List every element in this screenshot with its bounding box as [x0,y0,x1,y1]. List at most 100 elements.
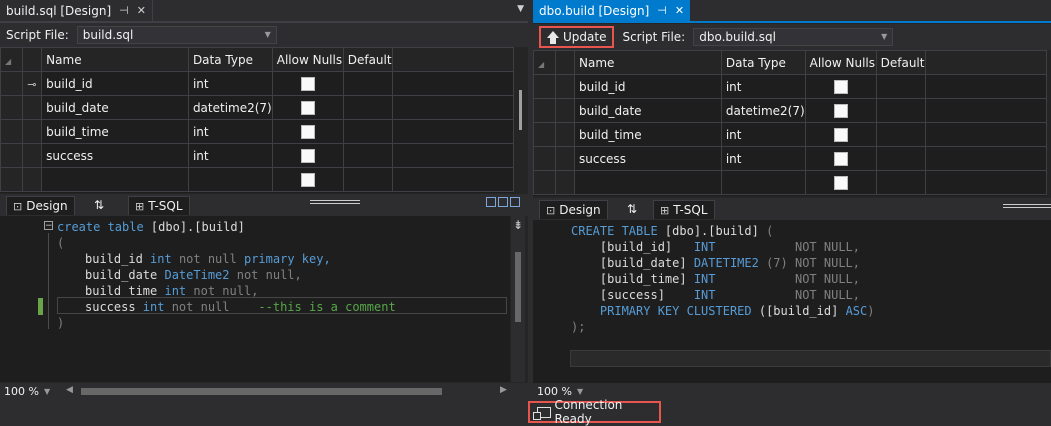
cell-name[interactable] [574,170,722,195]
horizontal-split-icon[interactable] [498,197,508,207]
cell-default[interactable] [875,74,926,99]
allow-nulls-checkbox[interactable] [833,175,848,190]
cell-type[interactable]: datetime2(7) [720,98,806,123]
col-header-type[interactable]: Data Type [187,47,273,72]
update-button[interactable]: Update [539,26,615,48]
cell-nulls[interactable] [271,71,344,96]
row-header[interactable] [533,146,556,171]
allow-nulls-checkbox[interactable] [833,103,848,118]
zoom-dropdown-icon[interactable]: ▼ [577,387,583,396]
table-row[interactable]: build_time int [533,122,1048,147]
table-row[interactable]: success int [0,143,515,168]
left-document-tab[interactable]: build.sql [Design] ⊣ ✕ [0,0,153,21]
splitter-grip[interactable] [310,200,360,204]
cell-name[interactable]: build_date [574,98,722,123]
table-row[interactable]: build_date datetime2(7) [0,95,515,120]
pin-icon[interactable]: ⊣ [657,4,667,17]
allow-nulls-checkbox[interactable] [300,100,315,115]
allow-nulls-checkbox[interactable] [833,151,848,166]
col-header-default[interactable]: Default [875,50,926,75]
cell-type[interactable]: int [720,74,806,99]
script-file-combo[interactable]: build.sql ▼ [76,26,277,44]
editor-split-icon[interactable]: ⇟ [513,218,523,232]
cell-default[interactable] [342,71,393,96]
cell-default[interactable] [342,143,393,168]
splitter-grip[interactable] [1003,204,1051,208]
table-row[interactable] [533,170,1048,195]
zoom-level[interactable]: 100 % [0,385,44,398]
collapse-icon[interactable]: − [44,221,53,231]
table-row[interactable]: ⊸ build_id int [0,71,515,96]
allow-nulls-checkbox[interactable] [833,79,848,94]
cell-nulls[interactable] [271,143,344,168]
cell-nulls[interactable] [271,119,344,144]
editor-scroll-thumb[interactable] [515,252,521,322]
table-row[interactable]: success int [533,146,1048,171]
allow-nulls-checkbox[interactable] [300,148,315,163]
table-row[interactable]: build_time int [0,119,515,144]
cell-default[interactable] [875,98,926,123]
row-header[interactable] [533,122,556,147]
cell-default[interactable] [342,95,393,120]
tab-tsql[interactable]: ⊞ T-SQL [653,200,715,219]
row-header[interactable] [533,74,556,99]
table-row[interactable]: build_id int [533,74,1048,99]
cell-nulls[interactable] [271,95,344,120]
row-header[interactable] [533,98,556,123]
tab-design[interactable]: ⊡ Design [539,200,608,219]
close-icon[interactable]: ✕ [675,4,684,17]
horizontal-scroll-thumb[interactable] [81,388,442,395]
row-header[interactable] [0,143,23,168]
cell-nulls[interactable] [804,74,877,99]
grid-scrollbar[interactable] [519,90,522,130]
col-header-nulls[interactable]: Allow Nulls [271,47,344,72]
col-header-default[interactable]: Default [342,47,393,72]
cell-type[interactable]: int [187,143,273,168]
table-row[interactable]: build_date datetime2(7) [533,98,1048,123]
cell-name[interactable]: build_time [41,119,189,144]
cell-type[interactable]: int [187,119,273,144]
cell-nulls[interactable] [804,98,877,123]
cell-name[interactable]: success [574,146,722,171]
cell-default[interactable] [875,170,926,195]
cell-nulls[interactable] [804,170,877,195]
row-header[interactable] [0,95,23,120]
vertical-split-icon[interactable] [486,197,496,207]
allow-nulls-checkbox[interactable] [833,127,848,142]
cell-name[interactable]: build_time [574,122,722,147]
row-header[interactable] [533,170,556,195]
cell-name[interactable]: build_id [574,74,722,99]
col-header-type[interactable]: Data Type [720,50,806,75]
table-row[interactable] [0,167,515,192]
cell-nulls[interactable] [804,146,877,171]
cell-default[interactable] [342,119,393,144]
swap-panes-button[interactable]: ⇅ [88,196,110,214]
cell-nulls[interactable] [804,122,877,147]
scroll-right-icon[interactable]: ▶ [500,385,507,395]
cell-type[interactable]: int [720,122,806,147]
tab-tsql[interactable]: ⊞ T-SQL [128,196,190,215]
collapse-pane-icon[interactable] [510,197,520,207]
pin-icon[interactable]: ⊣ [119,4,129,17]
col-header-name[interactable]: Name [41,47,189,72]
cell-default[interactable] [875,146,926,171]
cell-name[interactable]: success [41,143,189,168]
cell-type[interactable]: datetime2(7) [187,95,273,120]
tab-dropdown-icon[interactable]: ▼ [517,4,524,14]
allow-nulls-checkbox[interactable] [300,76,315,91]
col-header-nulls[interactable]: Allow Nulls [804,50,877,75]
cell-name[interactable]: build_id [41,71,189,96]
right-document-tab[interactable]: dbo.build [Design] ⊣ ✕ [533,0,691,21]
allow-nulls-checkbox[interactable] [300,124,315,139]
cell-default[interactable] [342,167,393,192]
scroll-left-icon[interactable]: ◀ [66,385,73,395]
close-icon[interactable]: ✕ [137,4,146,17]
cell-name[interactable] [41,167,189,192]
col-header-name[interactable]: Name [574,50,722,75]
row-header[interactable] [0,71,23,96]
row-header[interactable] [0,167,23,192]
cell-type[interactable]: int [187,71,273,96]
cell-type[interactable] [187,167,273,192]
swap-panes-button[interactable]: ⇅ [621,200,643,218]
cell-type[interactable]: int [720,146,806,171]
